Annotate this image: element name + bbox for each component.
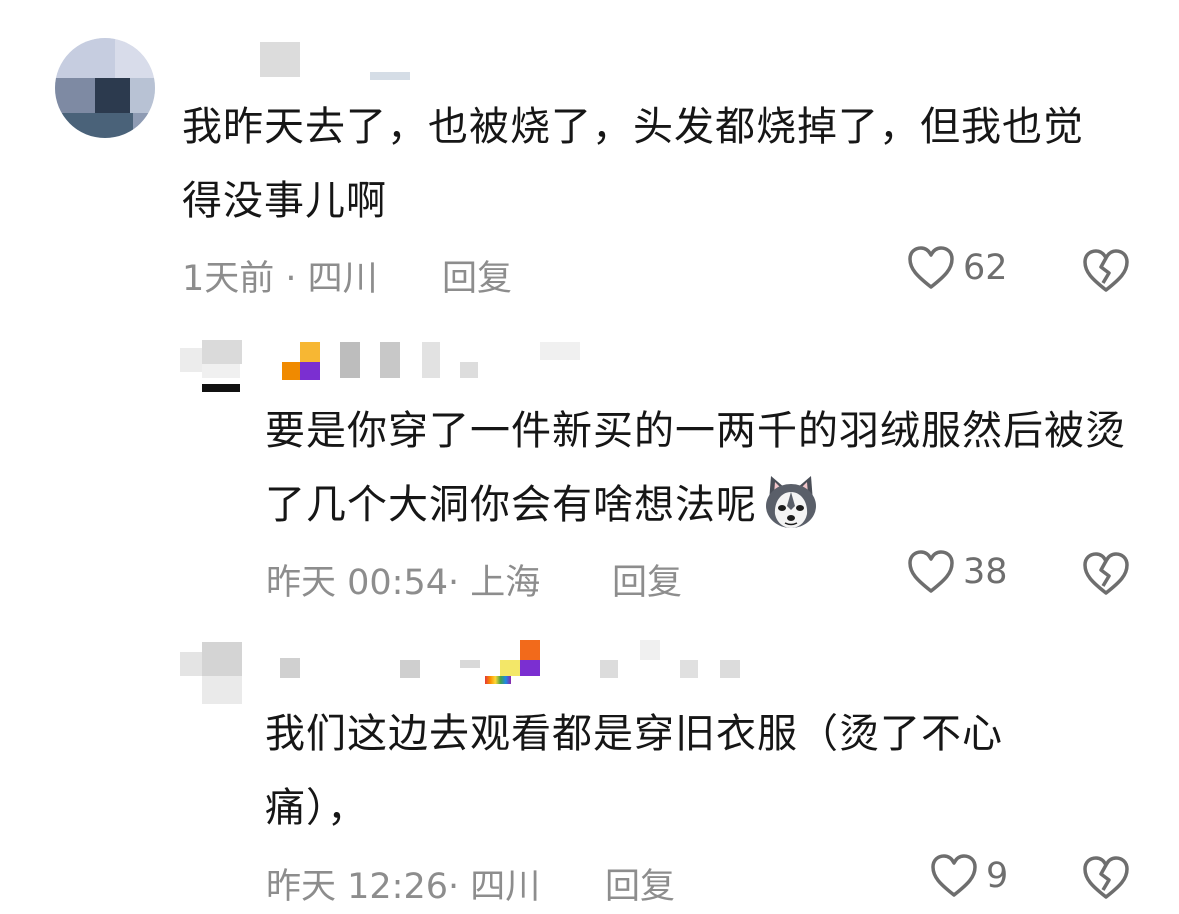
comment-meta: 昨天 00:54· 上海 — [266, 554, 540, 605]
blur-pixel — [720, 660, 740, 678]
blur-pixel — [520, 660, 540, 676]
blur-pixel — [340, 342, 360, 378]
heart-outline-icon — [907, 550, 955, 594]
dislike-button[interactable] — [1082, 552, 1130, 596]
username-blurred[interactable] — [280, 638, 750, 684]
blur-pixel — [282, 362, 300, 380]
comment-text: 我们这边去观看都是穿旧衣服（烫了不心痛）， — [265, 711, 1003, 831]
meta-separator: · — [274, 259, 308, 299]
avatar-pixel — [202, 642, 242, 676]
comment-text: 要是你穿了一件新买的一两千的羽绒服然后被烫了几个大洞你会有啥想法呢 — [265, 394, 1145, 542]
heart-outline-icon — [930, 854, 978, 898]
avatar[interactable] — [180, 642, 242, 704]
reply-item: 我们这边去观看都是穿旧衣服（烫了不心痛）， 昨天 12:26· 四川 回复 9 — [0, 610, 1179, 914]
comment-location: 上海 — [470, 563, 541, 603]
avatar-pixel — [133, 113, 155, 138]
avatar[interactable] — [55, 38, 155, 138]
blur-pixel — [380, 342, 400, 378]
like-button[interactable]: 62 — [907, 246, 1008, 290]
like-button[interactable]: 38 — [907, 550, 1008, 594]
heart-outline-icon — [907, 246, 955, 290]
blur-pixel — [370, 72, 410, 80]
avatar-pixel — [202, 340, 242, 364]
comment-time: 昨天 12:26 — [266, 867, 448, 907]
blur-pixel — [540, 342, 580, 360]
meta-separator: · — [448, 867, 471, 907]
meta-separator: · — [448, 563, 471, 603]
avatar-pixel — [55, 78, 95, 113]
like-button[interactable]: 9 — [930, 854, 1008, 898]
avatar-pixel — [180, 348, 202, 372]
comment-location: 四川 — [470, 867, 541, 907]
husky-dog-emoji — [761, 472, 821, 532]
blur-pixel — [300, 342, 320, 362]
blur-pixel — [422, 342, 440, 378]
blur-pixel — [400, 660, 420, 678]
blur-pixel — [260, 42, 300, 77]
like-count: 62 — [963, 248, 1008, 288]
blur-pixel — [600, 660, 618, 678]
avatar-pixel — [202, 364, 240, 378]
like-count: 9 — [986, 856, 1009, 896]
blur-pixel — [280, 658, 300, 678]
reply-button[interactable]: 回复 — [442, 250, 512, 301]
avatar-pixel — [202, 384, 240, 392]
broken-heart-icon — [1082, 552, 1130, 596]
avatar-pixel — [180, 652, 202, 676]
comment-time: 昨天 00:54 — [266, 563, 448, 603]
username-blurred[interactable] — [260, 42, 440, 82]
avatar-pixel — [55, 38, 115, 78]
blur-pixel — [680, 660, 698, 678]
reply-button[interactable]: 回复 — [605, 858, 675, 909]
blur-pixel — [485, 676, 511, 684]
avatar-pixel — [202, 676, 242, 704]
reply-button[interactable]: 回复 — [612, 554, 682, 605]
avatar-pixel — [95, 78, 130, 113]
avatar-pixel — [115, 38, 155, 78]
comment-location: 四川 — [307, 259, 378, 299]
comment-time: 1天前 — [182, 259, 275, 299]
blur-pixel — [500, 660, 520, 676]
reply-item: 要是你穿了一件新买的一两千的羽绒服然后被烫了几个大洞你会有啥想法呢 昨天 00:… — [0, 300, 1179, 610]
dislike-button[interactable] — [1082, 249, 1130, 293]
comment-meta: 1天前 · 四川 — [182, 250, 378, 301]
comment-text: 我昨天去了，也被烧了，头发都烧掉了，但我也觉得没事儿啊 — [182, 104, 1084, 224]
avatar[interactable] — [180, 340, 242, 402]
comment-text-content: 要是你穿了一件新买的一两千的羽绒服然后被烫了几个大洞你会有啥想法呢 — [265, 408, 1126, 528]
like-count: 38 — [963, 552, 1008, 592]
blur-pixel — [460, 660, 480, 668]
comment-meta: 昨天 12:26· 四川 — [266, 858, 540, 909]
blur-pixel — [640, 640, 660, 660]
dislike-button[interactable] — [1082, 856, 1130, 900]
blur-pixel — [300, 362, 320, 380]
blur-pixel — [520, 640, 540, 660]
avatar-pixel — [55, 113, 133, 138]
comment-item: 我昨天去了，也被烧了，头发都烧掉了，但我也觉得没事儿啊 1天前 · 四川 回复 … — [0, 0, 1179, 300]
broken-heart-icon — [1082, 856, 1130, 900]
username-blurred[interactable] — [282, 342, 602, 382]
broken-heart-icon — [1082, 249, 1130, 293]
blur-pixel — [460, 362, 478, 378]
